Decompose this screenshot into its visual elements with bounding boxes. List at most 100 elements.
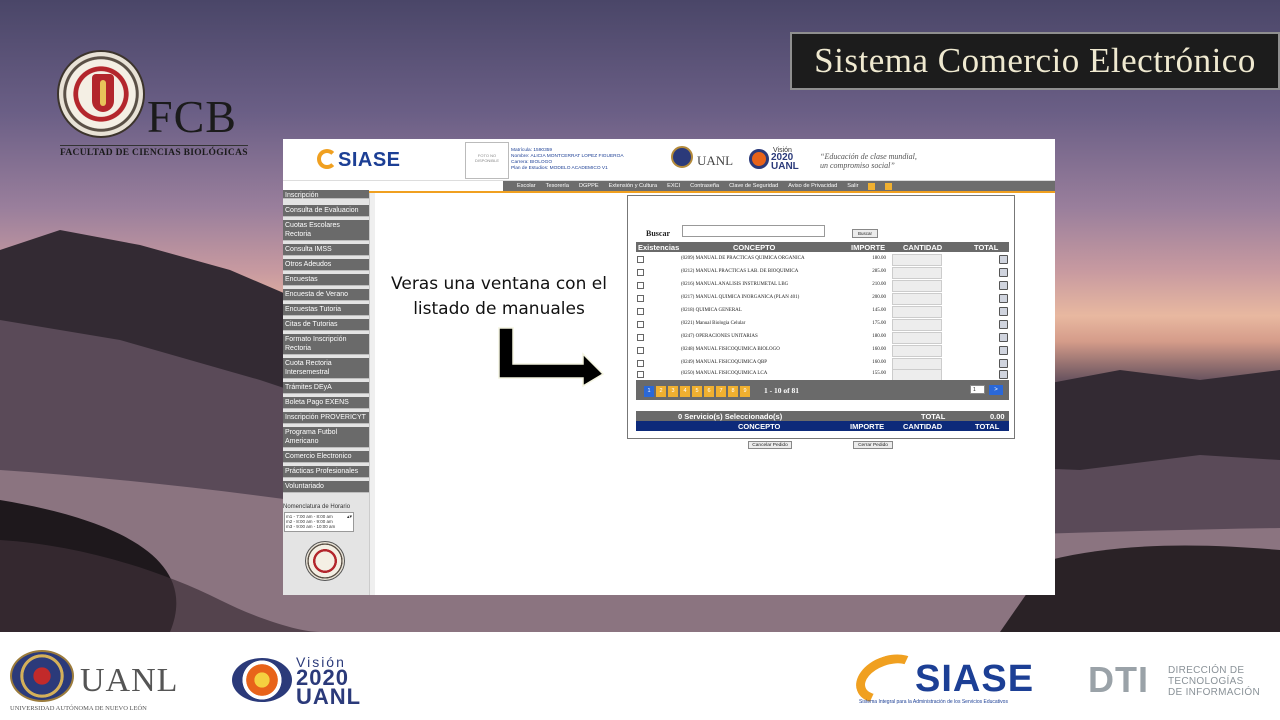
- sidebar-item-practicas-profesionales[interactable]: Prácticas Profesionales: [283, 466, 369, 478]
- selection-header: CONCEPTO IMPORTE CANTIDAD TOTAL: [636, 421, 1009, 431]
- search-row: Buscar Buscar: [646, 225, 896, 238]
- search-button[interactable]: Buscar: [852, 229, 878, 238]
- nav-clave-seguridad[interactable]: Clave de Seguridad: [729, 183, 778, 189]
- uanl-seal-icon: [10, 650, 74, 702]
- sidebar-scrollbar[interactable]: [369, 193, 375, 595]
- page-2[interactable]: 2: [656, 386, 666, 397]
- quantity-input[interactable]: [892, 319, 942, 331]
- sidebar-item-consulta-evaluacion[interactable]: Consulta de Evaluacion: [283, 205, 369, 217]
- page-range: 1 - 10 of 81: [764, 386, 799, 395]
- cancel-order-button[interactable]: Cancelar Pedido: [748, 441, 792, 449]
- row-checkbox[interactable]: [637, 334, 644, 341]
- quantity-input[interactable]: [892, 332, 942, 344]
- fcb-seal-icon: [305, 541, 345, 581]
- siase-swoosh-icon: [317, 149, 337, 169]
- cart-icon[interactable]: [999, 307, 1008, 316]
- sidebar-item-inscripcion[interactable]: Inscripción: [283, 190, 369, 199]
- sidebar-item-proverycit[interactable]: Inscripción PROVERICYT: [283, 412, 369, 424]
- nomenclatura-list[interactable]: m1 - 7:00 am - 8:00 am m2 - 8:00 am - 9:…: [284, 512, 354, 532]
- siase-header: SIASE FOTO NO DISPONIBLE Matrícula: 1590…: [283, 139, 1055, 181]
- page-6[interactable]: 6: [704, 386, 714, 397]
- table-row: (0221) Manual Biologia Celular 175.00: [636, 319, 1009, 332]
- sidebar-item-formato-inscripcion[interactable]: Formato Inscripción Rectoria: [283, 334, 369, 355]
- nav-dgppe[interactable]: DGPPE: [579, 183, 599, 189]
- table-header: Existencias CONCEPTO IMPORTE CANTIDAD TO…: [636, 242, 1009, 252]
- slide-title: Sistema Comercio Electrónico: [814, 41, 1256, 80]
- row-checkbox[interactable]: [637, 308, 644, 315]
- page-5[interactable]: 5: [692, 386, 702, 397]
- page-9[interactable]: 9: [740, 386, 750, 397]
- page-go-button[interactable]: >: [989, 385, 1003, 395]
- row-checkbox[interactable]: [637, 282, 644, 289]
- row-checkbox[interactable]: [637, 347, 644, 354]
- uanl-logo-small: UANL: [671, 145, 733, 173]
- quantity-input[interactable]: [892, 280, 942, 292]
- sidebar-item-cuota-intersemestral[interactable]: Cuota Rectoria Intersemestral: [283, 358, 369, 379]
- search-input[interactable]: [682, 225, 825, 237]
- cart-icon[interactable]: [999, 346, 1008, 355]
- nav-escolar[interactable]: Escolar: [517, 183, 536, 189]
- uanl-seal-icon: [671, 146, 693, 168]
- cart-icon[interactable]: [999, 320, 1008, 329]
- help-icon[interactable]: [868, 182, 876, 190]
- cart-icon[interactable]: [999, 359, 1008, 368]
- sidebar-item-tramites-deya[interactable]: Trámites DEyA: [283, 382, 369, 394]
- student-photo-placeholder: FOTO NO DISPONIBLE: [465, 142, 509, 179]
- cart-icon[interactable]: [999, 281, 1008, 290]
- selected-count: 0 Servicio(s) Seleccionado(s): [678, 412, 783, 421]
- cart-icon[interactable]: [999, 333, 1008, 342]
- row-checkbox[interactable]: [637, 360, 644, 367]
- table-row: (0217) MANUAL QUIMICA INORGANICA (PLAN 4…: [636, 293, 1009, 306]
- sidebar-item-encuestas-tutoria[interactable]: Encuestas Tutoria: [283, 304, 369, 316]
- row-checkbox[interactable]: [637, 295, 644, 302]
- sidebar-item-boleta-pago[interactable]: Boleta Pago EXENS: [283, 397, 369, 409]
- nav-aviso-privacidad[interactable]: Aviso de Privacidad: [788, 183, 837, 189]
- row-checkbox[interactable]: [637, 371, 644, 378]
- nav-exci[interactable]: EXCI: [667, 183, 680, 189]
- quantity-input[interactable]: [892, 345, 942, 357]
- sidebar-item-comercio-electronico[interactable]: Comercio Electronico: [283, 451, 369, 463]
- nav-underline: [283, 191, 1055, 193]
- page-input[interactable]: 1: [970, 385, 985, 394]
- mail-icon[interactable]: [885, 182, 893, 190]
- nav-salir[interactable]: Salir: [847, 183, 858, 189]
- cart-icon[interactable]: [999, 370, 1008, 379]
- sidebar-item-voluntariado[interactable]: Voluntariado: [283, 481, 369, 493]
- sidebar-item-futbol-americano[interactable]: Programa Futbol Americano: [283, 427, 369, 448]
- row-checkbox[interactable]: [637, 321, 644, 328]
- close-order-button[interactable]: Cerrar Pedido: [853, 441, 893, 449]
- sidebar-item-encuesta-verano[interactable]: Encuesta de Verano: [283, 289, 369, 301]
- quantity-input[interactable]: [892, 267, 942, 279]
- sidebar-item-consulta-imss[interactable]: Consulta IMSS: [283, 244, 369, 256]
- row-checkbox[interactable]: [637, 256, 644, 263]
- sidebar-item-encuestas[interactable]: Encuestas: [283, 274, 369, 286]
- quantity-input[interactable]: [892, 293, 942, 305]
- cart-icon[interactable]: [999, 255, 1008, 264]
- page-4[interactable]: 4: [680, 386, 690, 397]
- page-3[interactable]: 3: [668, 386, 678, 397]
- page-1[interactable]: 1: [644, 386, 654, 397]
- pointer-arrow-icon: [498, 327, 605, 388]
- sidebar-item-cuotas-escolares[interactable]: Cuotas Escolares Rectoria: [283, 220, 369, 241]
- nav-extension-cultura[interactable]: Extensión y Cultura: [609, 183, 658, 189]
- sidebar-item-otros-adeudos[interactable]: Otros Adeudos: [283, 259, 369, 271]
- cart-icon[interactable]: [999, 268, 1008, 277]
- sidebar-item-citas-tutorias[interactable]: Citas de Tutorias: [283, 319, 369, 331]
- nav-tesoreria[interactable]: Tesorería: [546, 183, 569, 189]
- quantity-input[interactable]: [892, 306, 942, 318]
- cart-icon[interactable]: [999, 294, 1008, 303]
- page-8[interactable]: 8: [728, 386, 738, 397]
- table-row: (0209) MANUAL DE PRACTICAS QUIMICA ORGAN…: [636, 254, 1009, 267]
- slide-note: Veras una ventana con el listado de manu…: [391, 274, 607, 319]
- pagination-bar: 1 2 3 4 5 6 7 8 9 1 - 10 of 81 1 >: [636, 380, 1009, 400]
- page-7[interactable]: 7: [716, 386, 726, 397]
- nav-contrasena[interactable]: Contraseña: [690, 183, 719, 189]
- table-row: (0216) MANUAL ANALISIS INSTRUMETAL LBG 21…: [636, 280, 1009, 293]
- row-checkbox[interactable]: [637, 269, 644, 276]
- scroll-arrows-icon[interactable]: ▴▾: [347, 515, 352, 520]
- table-row: (0218) QUIMICA GENERAL 145.00: [636, 306, 1009, 319]
- search-label: Buscar: [646, 229, 670, 238]
- quantity-input[interactable]: [892, 254, 942, 266]
- vision-2020-logo: Visión 2020 UANL: [232, 654, 382, 709]
- table-row: (0247) OPERACIONES UNITARIAS 180.00: [636, 332, 1009, 345]
